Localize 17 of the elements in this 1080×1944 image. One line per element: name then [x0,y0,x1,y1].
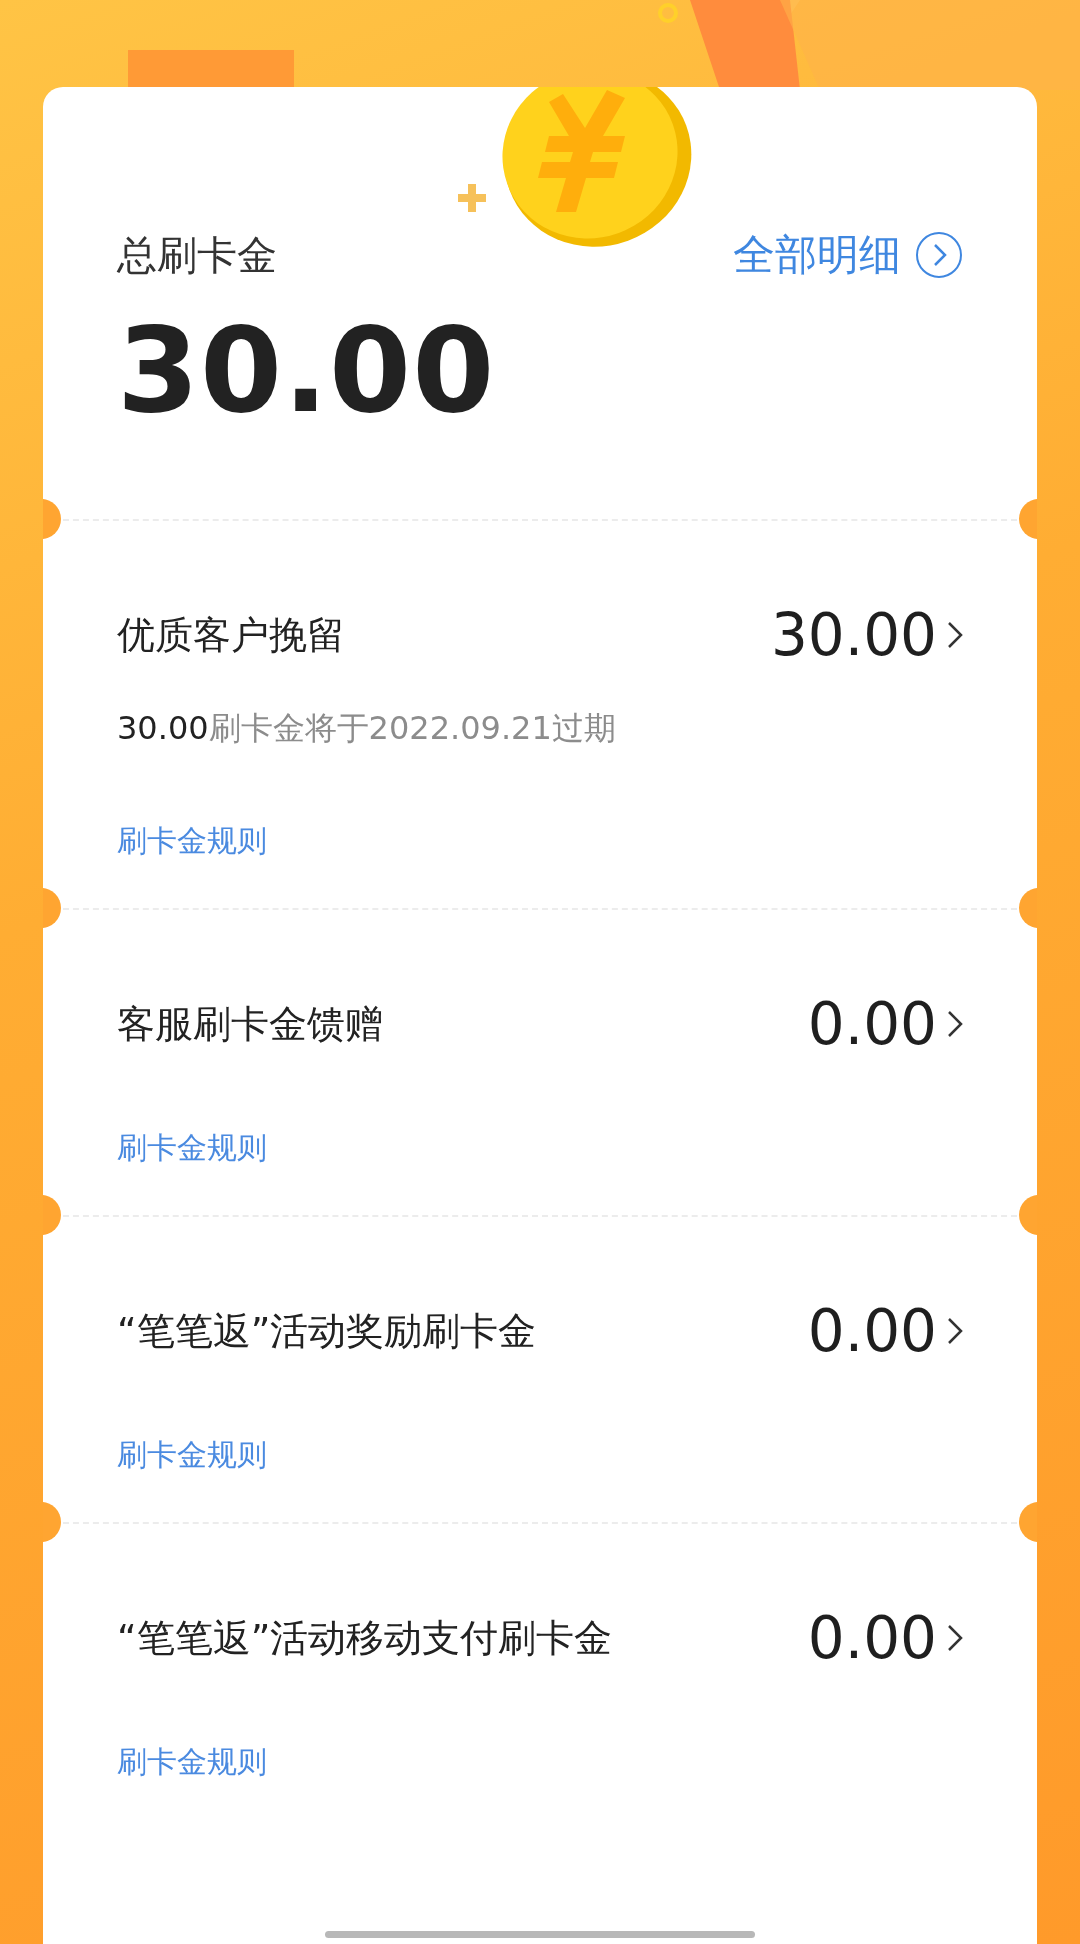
rules-link[interactable]: 刷卡金规则 [117,1742,267,1783]
section-title: “笔笔返”活动移动支付刷卡金 [117,1614,613,1662]
section-title: 客服刷卡金馈赠 [117,1000,383,1048]
expiry-amount: 30.00 [117,709,209,747]
rules-link[interactable]: 刷卡金规则 [117,1128,267,1169]
section-title: 优质客户挽留 [117,611,345,659]
section-title: “笔笔返”活动奖励刷卡金 [117,1307,537,1355]
rules-link[interactable]: 刷卡金规则 [117,1435,267,1476]
total-amount: 30.00 [117,301,497,439]
section-amount[interactable]: 0.00 [807,1604,937,1672]
rules-link[interactable]: 刷卡金规则 [117,821,267,862]
section-amount[interactable]: 0.00 [807,1297,937,1365]
expiry-note: 刷卡金将于2022.09.21过期 [208,709,616,747]
section-amount[interactable]: 30.00 [770,601,937,669]
details-link[interactable]: 全部明细 [733,227,963,283]
total-label: 总刷卡金 [117,230,277,280]
section-amount[interactable]: 0.00 [807,990,937,1058]
